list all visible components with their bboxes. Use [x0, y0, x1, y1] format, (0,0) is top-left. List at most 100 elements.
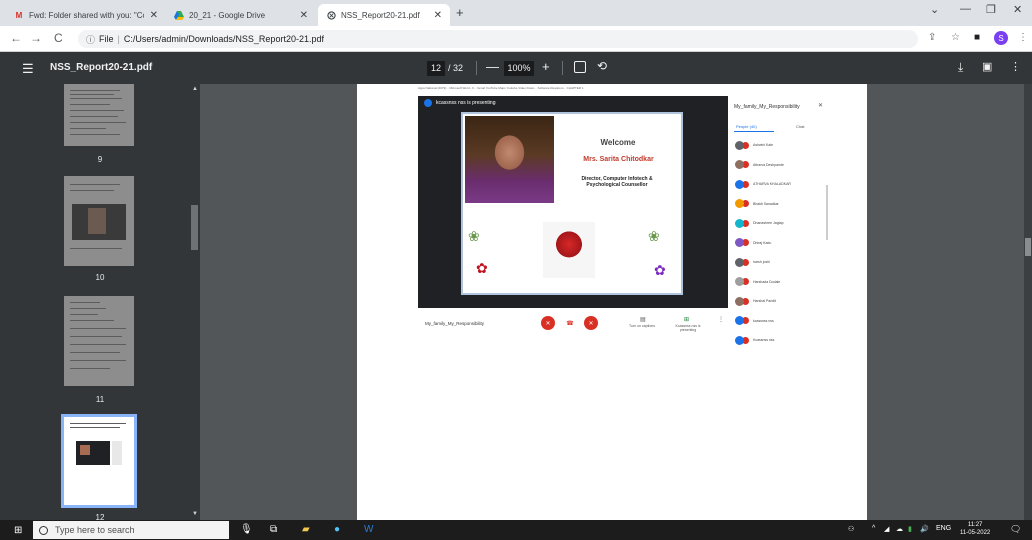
sidepanel-icon[interactable]: ■ [974, 32, 980, 43]
main-scrollbar[interactable] [1024, 84, 1032, 520]
back-button[interactable]: ← [10, 31, 22, 45]
reload-button[interactable]: C [54, 31, 63, 45]
scroll-up-icon[interactable]: ▲ [192, 86, 198, 92]
onedrive-icon[interactable]: ☁ [896, 525, 903, 533]
clock-date: 11-05-2022 [960, 530, 991, 536]
flower-decoration-icon: ❀ [468, 228, 480, 244]
zoom-out-button[interactable]: — [486, 59, 499, 74]
main-scrollbar-thumb[interactable] [1025, 238, 1031, 256]
page-number-input[interactable]: 12 [427, 61, 445, 76]
people-scrollbar [826, 185, 828, 240]
system-clock[interactable]: 11:27 11-05-2022 [960, 521, 990, 537]
tab-title: Fwd: Folder shared with you: "Co [29, 10, 144, 20]
thumbnail-page-10[interactable] [64, 176, 134, 266]
thumbnail-sidebar: 9 10 11 12 [0, 84, 200, 520]
tab-gmail[interactable]: M Fwd: Folder shared with you: "Co ✕ [6, 4, 166, 26]
participant-row: harsh joshi [735, 255, 830, 269]
avatar [735, 257, 744, 267]
presenter-avatar [424, 99, 432, 107]
thumbnail-page-11[interactable] [64, 296, 134, 386]
divider [476, 61, 477, 75]
tab-drive[interactable]: 20_21 - Google Drive ✕ [166, 4, 316, 26]
avatar [735, 160, 744, 169]
chevron-up-icon[interactable]: ^ [872, 525, 875, 532]
minimize-button[interactable]: — [960, 3, 971, 15]
gmail-icon: M [15, 10, 23, 20]
task-view-icon[interactable]: ⧉ [270, 524, 277, 535]
close-icon[interactable]: ✕ [300, 10, 308, 21]
new-tab-button[interactable]: + [456, 5, 464, 20]
more-options-icon[interactable]: ⋮ [1010, 60, 1021, 73]
page-label: 11 [95, 395, 105, 404]
print-icon[interactable]: ▣ [982, 60, 992, 73]
sidebar-scrollbar-thumb[interactable] [191, 205, 198, 250]
close-icon[interactable]: ✕ [150, 10, 158, 21]
participant-row: Bhakti Sanadkar [735, 197, 830, 211]
url-text: C:/Users/admin/Downloads/NSS_Report20-21… [123, 34, 324, 44]
download-icon[interactable]: ⤓ [958, 60, 963, 75]
slide-welcome: Welcome [600, 138, 636, 147]
speaker-photo [465, 116, 554, 203]
more-options-icon: ⋮ [718, 317, 724, 323]
taskbar-search[interactable]: Type here to search [33, 521, 229, 539]
participant-name: Dhiraj Kadu [753, 240, 772, 245]
search-placeholder: Type here to search [55, 525, 135, 535]
network-icon[interactable]: ◢ [884, 525, 889, 533]
sidebar-scrollbar[interactable] [190, 84, 200, 520]
participant-name: Dhanashree Jagtap [753, 221, 784, 225]
camera-off-icon: ✕ [584, 316, 598, 330]
tab-indicator [734, 131, 774, 132]
notification-icon[interactable]: 🗨 [1010, 524, 1021, 535]
omnibox[interactable]: ⓘ File | C:/Users/admin/Downloads/NSS_Re… [78, 30, 918, 48]
participant-name: harsh joshi [753, 260, 770, 264]
word-icon[interactable]: W [364, 524, 373, 535]
avatar [735, 316, 744, 325]
tab-pdf[interactable]: NSS_Report20-21.pdf ✕ [318, 4, 450, 26]
scroll-down-icon[interactable]: ▼ [192, 511, 198, 517]
tab-title: NSS_Report20-21.pdf [341, 10, 420, 20]
people-icon[interactable]: ⚇ [848, 525, 854, 533]
avatar [735, 238, 744, 247]
avatar[interactable]: S [994, 31, 1008, 45]
avatar [735, 335, 744, 345]
battery-icon[interactable]: ▮ [908, 525, 912, 533]
avatar [735, 140, 744, 150]
rotate-icon[interactable]: ⟲ [597, 59, 607, 73]
share-icon[interactable]: ⇪ [928, 32, 936, 43]
participant-row: Kcassnss nss [735, 333, 830, 347]
participant-row: kcassnss nss [735, 314, 830, 328]
restore-button[interactable]: ❐ [986, 3, 996, 16]
chat-tab: Chat [796, 124, 805, 129]
kebab-menu-icon[interactable]: ⋮ [1018, 32, 1028, 43]
file-explorer-icon[interactable]: ▰ [302, 524, 310, 535]
thumbnail-page-12[interactable] [61, 414, 137, 508]
close-icon[interactable]: ✕ [434, 10, 442, 21]
bookmark-star-icon[interactable]: ☆ [951, 32, 960, 43]
fit-page-icon[interactable] [574, 61, 586, 73]
language-indicator[interactable]: ENG [936, 525, 951, 532]
zoom-input[interactable]: 100% [504, 61, 534, 76]
chrome-icon[interactable]: ● [334, 524, 340, 535]
captions-icon: ▤ [640, 317, 646, 323]
page-label: 12 [95, 513, 105, 520]
menu-icon[interactable]: ☰ [22, 61, 34, 77]
participant-name: Atharva Deshpande [753, 162, 784, 167]
address-bar: ← → C ⓘ File | C:/Users/admin/Downloads/… [0, 26, 1032, 52]
page-total: / 32 [448, 63, 464, 73]
zoom-in-button[interactable]: + [542, 59, 550, 74]
windows-start-icon[interactable]: ⊞ [14, 525, 22, 536]
people-panel-title: My_family_My_Responsibility [734, 104, 800, 110]
thumbnail-page-9[interactable] [64, 84, 134, 146]
tab-search-icon[interactable]: ⌄ [930, 3, 939, 16]
volume-icon[interactable]: 🔊 [920, 525, 929, 533]
meeting-title: My_family_My_Responsibility [425, 321, 485, 326]
clock-time: 11:27 [967, 522, 983, 528]
participant-row: ATHARVA KHALADKAR [735, 177, 830, 191]
avatar [735, 179, 744, 189]
document-title: NSS_Report20-21.pdf [50, 62, 153, 73]
info-icon[interactable]: ⓘ [86, 33, 95, 46]
flower-decoration-icon: ✿ [476, 260, 488, 276]
microphone-icon[interactable]: 🎙 [240, 524, 253, 535]
close-window-button[interactable]: ✕ [1013, 3, 1022, 16]
forward-button[interactable]: → [30, 31, 42, 45]
